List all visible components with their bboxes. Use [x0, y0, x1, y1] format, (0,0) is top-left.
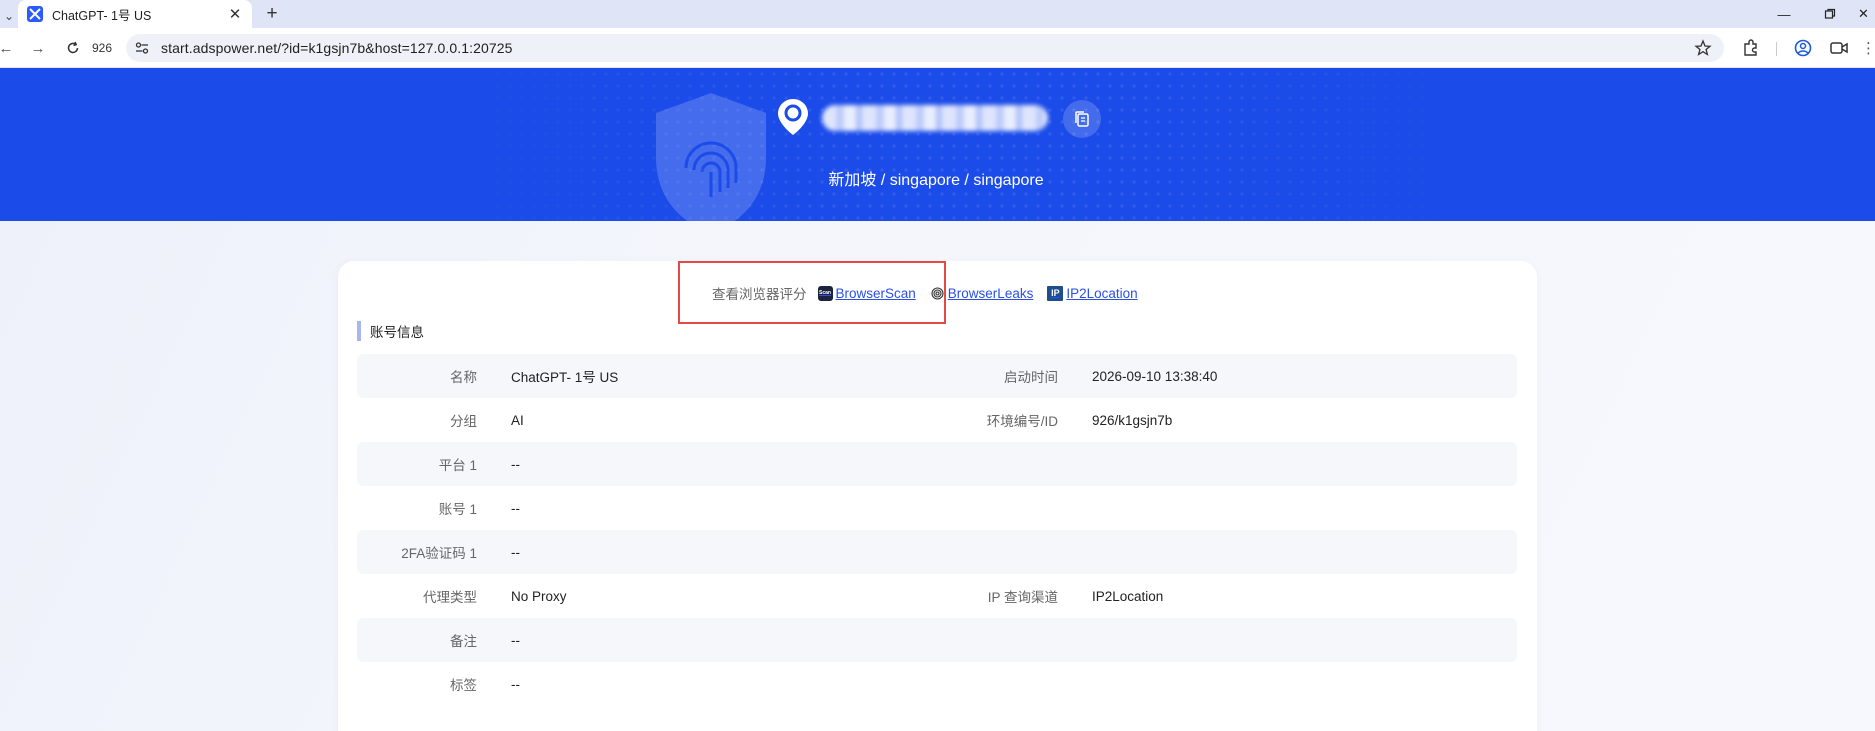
field-value: ChatGPT- 1号 US	[511, 370, 619, 385]
fingerprint-shield-icon	[656, 93, 766, 221]
minimize-icon[interactable]: —	[1761, 0, 1807, 28]
ip-address-redacted	[822, 105, 1048, 131]
field-label: 启动时间	[1004, 370, 1058, 385]
tab-search-chevron-icon[interactable]: ⌄	[0, 4, 18, 28]
browserscan-link[interactable]: Scan BrowserScan	[817, 285, 916, 301]
field-value: 926/k1gsjn7b	[1092, 412, 1173, 428]
address-bar[interactable]: start.adspower.net/?id=k1gsjn7b&host=127…	[126, 34, 1724, 62]
field-label: 环境编号/ID	[986, 414, 1058, 429]
table-row: 平台 1 --	[357, 442, 1517, 486]
field-value: --	[511, 676, 520, 692]
table-row: 备注 --	[357, 618, 1517, 662]
tab-count: 926	[92, 41, 113, 55]
back-icon[interactable]: ←	[0, 36, 18, 60]
browserscan-link-label: BrowserScan	[835, 285, 916, 301]
field-label: 分组	[450, 414, 477, 429]
close-window-icon[interactable]: ✕	[1852, 0, 1875, 28]
extensions-icon[interactable]	[1741, 38, 1761, 58]
ip-banner: 新加坡 / singapore / singapore	[0, 68, 1875, 221]
bookmark-star-icon[interactable]	[1694, 39, 1712, 57]
forward-icon[interactable]: →	[26, 36, 50, 60]
site-info-icon[interactable]	[134, 40, 150, 56]
table-row: 账号 1 --	[357, 486, 1517, 530]
browserleaks-link-label: BrowserLeaks	[947, 285, 1034, 301]
field-label: IP 查询渠道	[987, 590, 1058, 605]
profile-icon[interactable]	[1793, 38, 1813, 58]
field-label: 平台 1	[438, 458, 477, 473]
field-value: No Proxy	[511, 588, 567, 604]
browserscan-icon: Scan	[817, 285, 833, 301]
table-row: 标签 --	[357, 662, 1517, 706]
tab-strip: ⌄ ChatGPT- 1号 US ✕ + — ✕	[0, 0, 1875, 28]
field-label: 名称	[450, 370, 477, 385]
field-value: IP2Location	[1092, 588, 1164, 604]
field-value: AI	[511, 412, 524, 428]
ip2location-link[interactable]: IP IP2Location	[1047, 285, 1138, 301]
table-row: 名称 ChatGPT- 1号 US 启动时间 2026-09-10 13:38:…	[357, 354, 1517, 398]
location-pin-icon	[778, 99, 808, 135]
restore-icon[interactable]	[1807, 0, 1853, 28]
copy-ip-button[interactable]	[1063, 100, 1101, 138]
menu-icon[interactable]: ⋮	[1861, 36, 1875, 60]
browserleaks-fingerprint-icon	[930, 286, 945, 301]
field-label: 备注	[450, 634, 477, 649]
browser-score-bar: 查看浏览器评分 Scan BrowserScan BrowserLeaks IP…	[712, 283, 1152, 303]
account-info-table: 名称 ChatGPT- 1号 US 启动时间 2026-09-10 13:38:…	[357, 354, 1517, 706]
field-label: 代理类型	[423, 590, 477, 605]
browserleaks-link[interactable]: BrowserLeaks	[930, 285, 1034, 301]
section-title: 账号信息	[357, 321, 424, 341]
new-tab-button[interactable]: +	[260, 3, 284, 25]
tab-title: ChatGPT- 1号 US	[52, 8, 152, 23]
score-label: 查看浏览器评分	[712, 287, 807, 302]
toolbar-separator	[1776, 42, 1777, 56]
location-text: 新加坡 / singapore / singapore	[828, 172, 1044, 189]
table-row: 分组 AI 环境编号/ID 926/k1gsjn7b	[357, 398, 1517, 442]
field-value: --	[511, 632, 520, 648]
field-value: --	[511, 456, 520, 472]
copy-icon	[1075, 111, 1089, 127]
reload-icon[interactable]	[61, 36, 85, 60]
ip2location-icon: IP	[1047, 285, 1064, 301]
tab-close-icon[interactable]: ✕	[224, 3, 246, 25]
video-icon[interactable]	[1829, 38, 1849, 58]
tab-active[interactable]: ChatGPT- 1号 US ✕	[18, 0, 252, 28]
table-row: 2FA验证码 1 --	[357, 530, 1517, 574]
page-content: 新加坡 / singapore / singapore 查看浏览器评分 Scan…	[0, 68, 1875, 731]
field-value: 2026-09-10 13:38:40	[1092, 368, 1218, 384]
field-label: 标签	[450, 678, 477, 693]
url-text: start.adspower.net/?id=k1gsjn7b&host=127…	[161, 40, 513, 56]
account-info-card: 查看浏览器评分 Scan BrowserScan BrowserLeaks IP…	[338, 261, 1537, 731]
table-row: 代理类型 No Proxy IP 查询渠道 IP2Location	[357, 574, 1517, 618]
field-label: 2FA验证码 1	[401, 546, 477, 561]
field-value: --	[511, 500, 520, 516]
world-map-dots	[0, 68, 1875, 221]
field-label: 账号 1	[438, 502, 477, 517]
browser-toolbar: ← → 926 start.adspower.net/?id=k1gsjn7b&…	[0, 28, 1875, 68]
adspower-favicon-icon	[27, 6, 43, 22]
field-value: --	[511, 544, 520, 560]
ip2location-link-label: IP2Location	[1066, 285, 1138, 301]
